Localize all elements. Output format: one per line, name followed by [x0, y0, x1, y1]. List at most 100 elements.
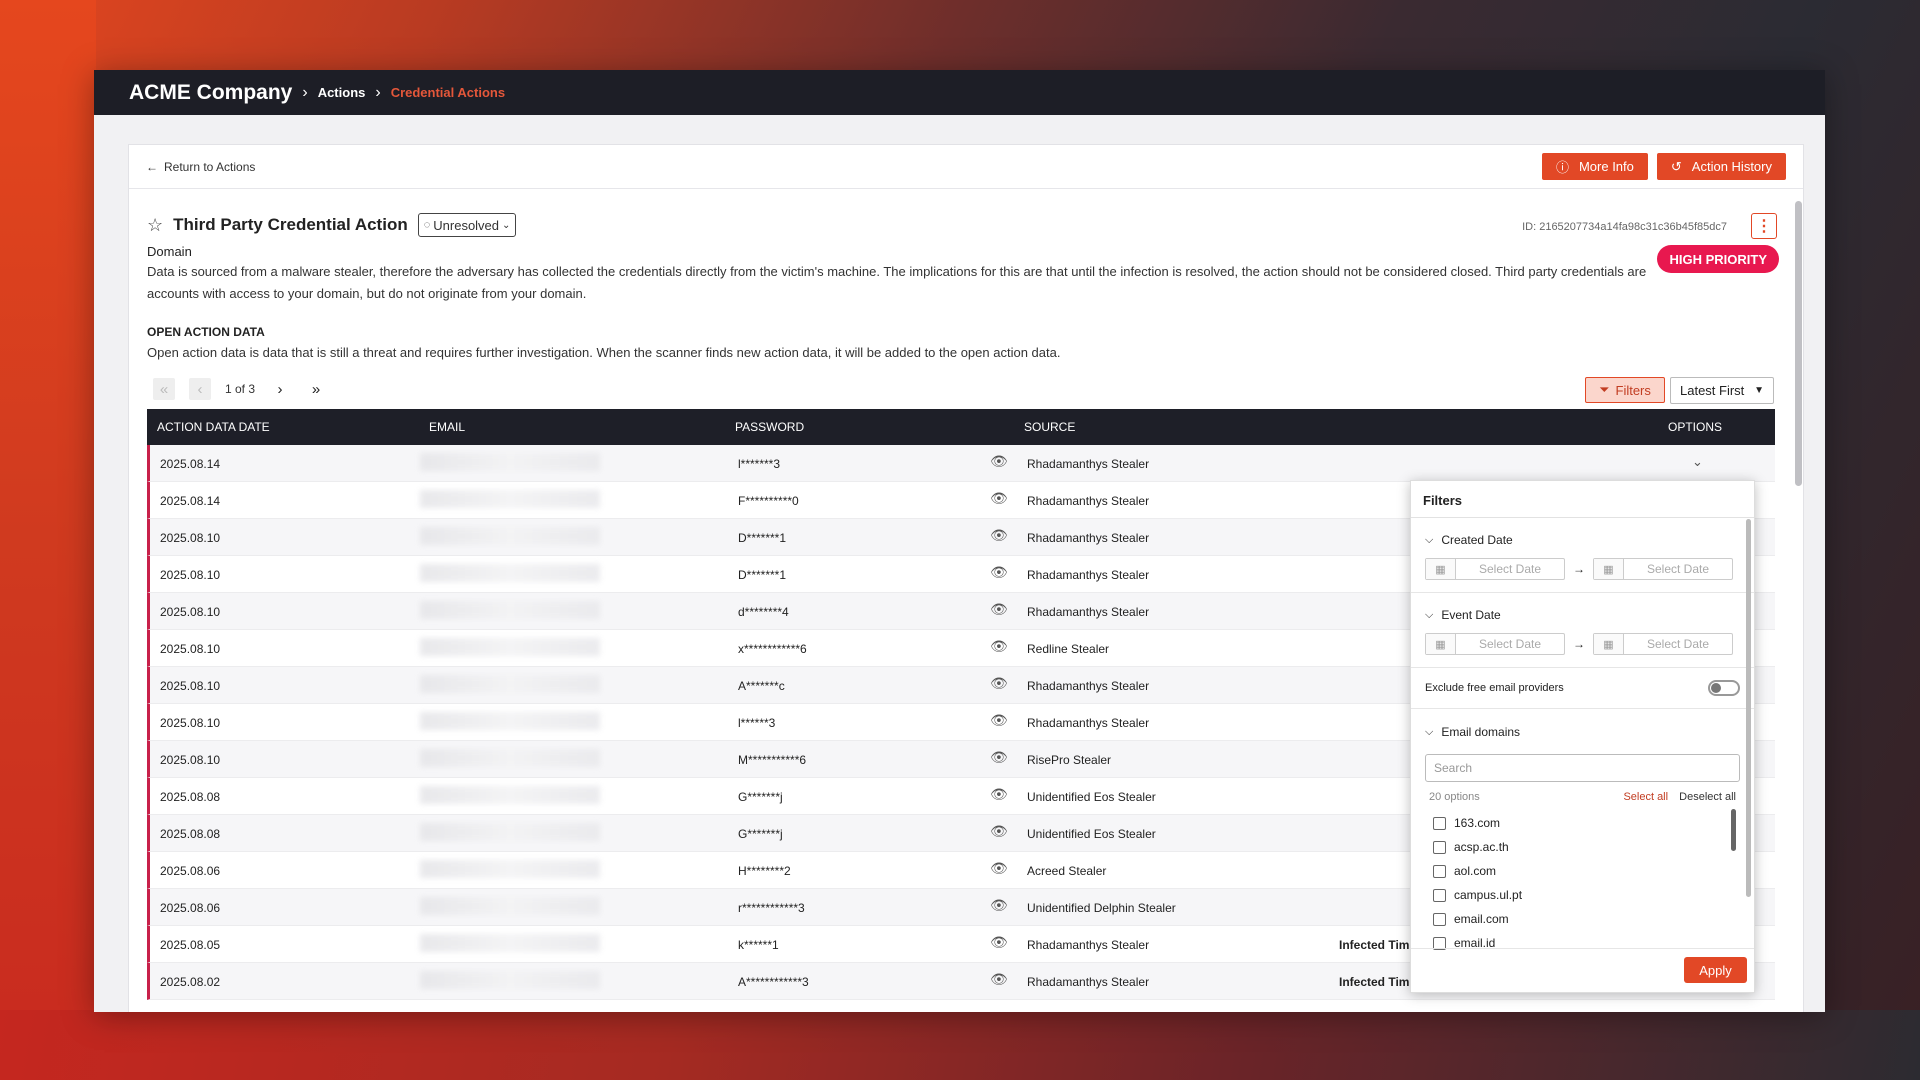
event-date-from[interactable]: ▦ Select Date: [1425, 633, 1565, 655]
email-domains-toggle[interactable]: ⌵ Email domains: [1425, 722, 1740, 742]
redacted-email: [420, 823, 600, 841]
page-scrollbar[interactable]: [1795, 201, 1802, 486]
row-date: 2025.08.10: [160, 679, 221, 693]
eye-icon[interactable]: 👁: [990, 712, 1008, 729]
row-source: Unidentified Eos Stealer: [1027, 827, 1156, 841]
sort-dropdown[interactable]: Latest First ▼: [1670, 377, 1774, 404]
filter-icon: ⏷: [1599, 382, 1610, 397]
created-date-toggle[interactable]: ⌵ Created Date: [1425, 530, 1740, 550]
redacted-email: [420, 601, 600, 619]
exclude-free-providers-toggle[interactable]: [1708, 680, 1740, 696]
last-page-icon[interactable]: »: [305, 378, 327, 400]
eye-icon[interactable]: 👁: [990, 601, 1008, 618]
select-all-link[interactable]: Select all: [1623, 791, 1668, 803]
background-bottom: [0, 1010, 1920, 1080]
filters-panel-title: Filters: [1411, 481, 1754, 518]
event-date-label: Event Date: [1441, 608, 1501, 622]
redacted-email: [420, 490, 600, 508]
status-value: Unresolved: [433, 217, 500, 233]
domain-search-input[interactable]: Search: [1425, 754, 1740, 782]
eye-icon[interactable]: 👁: [990, 971, 1008, 988]
info-icon: ⓘ: [1555, 160, 1569, 175]
redacted-email: [420, 786, 600, 804]
domain-option[interactable]: aol.com: [1433, 859, 1740, 883]
eye-icon[interactable]: 👁: [990, 453, 1008, 470]
status-dropdown[interactable]: ◌ Unresolved ⌄: [417, 213, 517, 237]
domain-option[interactable]: 163.com: [1433, 811, 1740, 835]
column-header-email[interactable]: EMAIL: [429, 420, 465, 434]
domain-options-list: 163.com acsp.ac.th aol.com campus.ul.pt emai…: [1425, 811, 1740, 951]
event-date-to[interactable]: ▦ Select Date: [1593, 633, 1733, 655]
checkbox[interactable]: [1433, 888, 1446, 902]
date-placeholder: Select Date: [1478, 637, 1542, 651]
row-source: Unidentified Eos Stealer: [1027, 790, 1156, 804]
sort-value: Latest First: [1680, 383, 1745, 398]
domain-option-label: email.com: [1454, 912, 1509, 926]
eye-icon[interactable]: 👁: [990, 490, 1008, 507]
row-password: l******3: [738, 716, 776, 730]
created-date-from[interactable]: ▦ Select Date: [1425, 558, 1565, 580]
next-page-icon[interactable]: ›: [269, 378, 291, 400]
chevron-down-icon: ⌵: [1425, 533, 1434, 546]
domain-option[interactable]: campus.ul.pt: [1433, 883, 1740, 907]
eye-icon[interactable]: 👁: [990, 527, 1008, 544]
star-icon[interactable]: ☆: [147, 215, 163, 236]
row-source: Rhadamanthys Stealer: [1027, 531, 1150, 545]
eye-icon[interactable]: 👁: [990, 675, 1008, 692]
column-header-date[interactable]: ACTION DATA DATE: [157, 420, 270, 434]
row-password: A*******c: [738, 679, 785, 693]
domain-option[interactable]: acsp.ac.th: [1433, 835, 1740, 859]
chevron-down-icon[interactable]: ⌄: [1692, 454, 1703, 470]
row-password: l*******3: [738, 457, 781, 471]
breadcrumb-actions[interactable]: Actions: [318, 85, 366, 100]
redacted-email: [420, 564, 600, 582]
brand-name[interactable]: ACME Company: [129, 81, 292, 105]
eye-icon[interactable]: 👁: [990, 934, 1008, 951]
pagination: « ‹ 1 of 3 › »: [153, 378, 327, 400]
row-password: H********2: [738, 864, 791, 878]
event-date-toggle[interactable]: ⌵ Event Date: [1425, 605, 1740, 625]
domain-list-scrollbar[interactable]: [1731, 809, 1736, 851]
domain-option[interactable]: email.com: [1433, 907, 1740, 931]
calendar-icon: ▦: [1426, 634, 1456, 654]
row-info-label: Infected Time:: [1339, 975, 1421, 989]
checkbox[interactable]: [1433, 840, 1446, 854]
spinner-icon: ◌: [423, 219, 431, 231]
eye-icon[interactable]: 👁: [990, 860, 1008, 877]
checkbox[interactable]: [1433, 912, 1446, 926]
date-placeholder: Select Date: [1478, 562, 1542, 576]
redacted-email: [420, 712, 600, 730]
eye-icon[interactable]: 👁: [990, 749, 1008, 766]
return-link[interactable]: ← Return to Actions: [146, 160, 255, 174]
filters-button[interactable]: ⏷ Filters: [1585, 377, 1665, 403]
redacted-email: [420, 675, 600, 693]
prev-page-icon[interactable]: ‹: [189, 378, 211, 400]
return-label: Return to Actions: [164, 159, 256, 174]
filters-panel-scrollbar[interactable]: [1746, 519, 1751, 897]
column-header-source[interactable]: SOURCE: [1024, 420, 1075, 434]
eye-icon[interactable]: 👁: [990, 823, 1008, 840]
deselect-all-link[interactable]: Deselect all: [1679, 791, 1736, 803]
table-row[interactable]: 2025.08.14 l*******3 👁 Rhadamanthys Stealer…: [147, 445, 1775, 482]
checkbox[interactable]: [1433, 816, 1446, 830]
created-date-to[interactable]: ▦ Select Date: [1593, 558, 1733, 580]
kebab-menu-icon[interactable]: ⋮: [1751, 213, 1777, 239]
row-date: 2025.08.08: [160, 790, 221, 804]
apply-button[interactable]: Apply: [1684, 957, 1747, 983]
checkbox[interactable]: [1433, 864, 1446, 878]
first-page-icon[interactable]: «: [153, 378, 175, 400]
row-date: 2025.08.10: [160, 753, 221, 767]
eye-icon[interactable]: 👁: [990, 564, 1008, 581]
action-history-button[interactable]: ↺ Action History: [1656, 153, 1786, 180]
table-header: ACTION DATA DATE EMAIL PASSWORD SOURCE O…: [147, 409, 1775, 445]
more-info-button[interactable]: ⓘ More Info: [1541, 153, 1648, 180]
arrow-right-icon: →: [1573, 637, 1585, 651]
row-password: x************6: [738, 642, 807, 656]
column-header-password[interactable]: PASSWORD: [735, 420, 804, 434]
eye-icon[interactable]: 👁: [990, 638, 1008, 655]
eye-icon[interactable]: 👁: [990, 897, 1008, 914]
row-source: Rhadamanthys Stealer: [1027, 457, 1150, 471]
eye-icon[interactable]: 👁: [990, 786, 1008, 803]
redacted-email: [420, 971, 600, 989]
chevron-right-icon: ›: [375, 83, 381, 101]
